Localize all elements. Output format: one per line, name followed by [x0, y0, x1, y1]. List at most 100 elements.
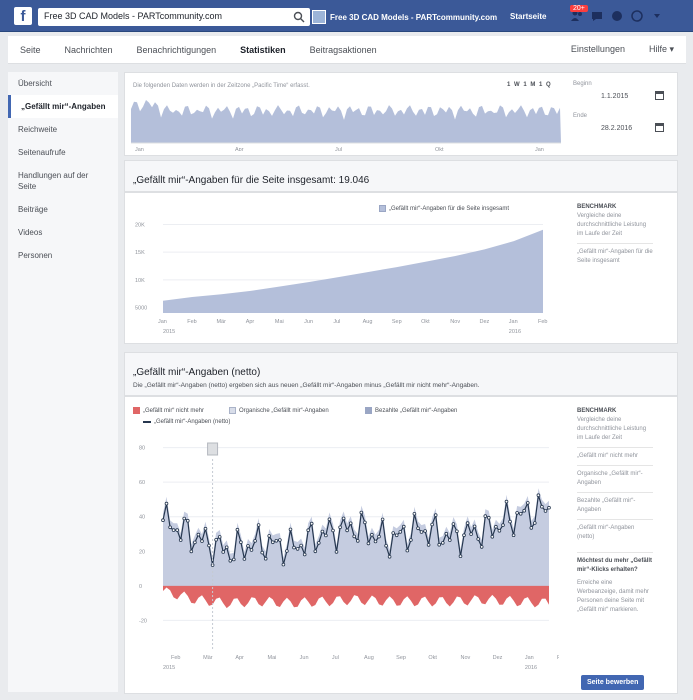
- data-point[interactable]: [486, 515, 491, 520]
- data-point[interactable]: [370, 532, 374, 537]
- data-point[interactable]: [398, 530, 403, 534]
- tab-seite[interactable]: Seite: [8, 45, 53, 55]
- data-point[interactable]: [341, 516, 346, 521]
- data-point[interactable]: [419, 530, 424, 534]
- notifications-icon[interactable]: [610, 9, 624, 23]
- data-point[interactable]: [242, 557, 247, 561]
- data-point[interactable]: [405, 548, 410, 553]
- net-likes-chart[interactable]: 80 60 40 20 0 -20 Feb Mär Apr Mai Jun Jul Aug Sep Okt N…: [129, 429, 559, 689]
- sidebar-item-videos[interactable]: Videos: [8, 221, 118, 244]
- range-overview-chart[interactable]: Jan Apr Jul Okt Jan: [131, 91, 561, 151]
- data-point[interactable]: [462, 533, 466, 537]
- data-point[interactable]: [161, 518, 165, 522]
- data-point[interactable]: [437, 542, 442, 547]
- data-point[interactable]: [543, 509, 548, 513]
- data-point[interactable]: [348, 521, 353, 526]
- data-point[interactable]: [377, 534, 381, 539]
- data-point[interactable]: [476, 537, 481, 541]
- range-presets[interactable]: 1 W 1 M 1 Q: [507, 82, 551, 88]
- data-point[interactable]: [239, 540, 243, 544]
- data-point[interactable]: [281, 562, 286, 567]
- data-point[interactable]: [207, 543, 211, 548]
- sidebar-item-people[interactable]: Personen: [8, 244, 118, 267]
- data-point[interactable]: [214, 538, 218, 542]
- data-point[interactable]: [228, 559, 233, 563]
- data-point[interactable]: [317, 541, 321, 545]
- data-point[interactable]: [469, 532, 473, 536]
- legend-paid[interactable]: Bezahlte „Gefällt mir“-Angaben: [365, 407, 457, 414]
- data-point[interactable]: [164, 501, 169, 506]
- data-point[interactable]: [532, 521, 537, 525]
- data-point[interactable]: [455, 529, 459, 534]
- data-point[interactable]: [302, 552, 307, 557]
- data-point[interactable]: [384, 544, 388, 548]
- data-point[interactable]: [444, 531, 449, 536]
- data-point[interactable]: [423, 529, 427, 533]
- data-point[interactable]: [363, 520, 367, 525]
- sidebar-item-overview[interactable]: Übersicht: [8, 72, 118, 95]
- data-point[interactable]: [345, 528, 349, 533]
- search-input[interactable]: Free 3D CAD Models - PARTcommunity.com: [38, 8, 310, 26]
- data-point[interactable]: [256, 523, 261, 527]
- data-point[interactable]: [401, 524, 406, 529]
- sidebar-item-likes[interactable]: „Gefällt mir“-Angaben: [8, 95, 118, 118]
- data-point[interactable]: [451, 522, 456, 526]
- data-point[interactable]: [168, 525, 172, 530]
- data-point[interactable]: [224, 545, 229, 550]
- data-point[interactable]: [380, 517, 385, 522]
- help-icon[interactable]: [630, 9, 644, 23]
- data-point[interactable]: [497, 529, 502, 533]
- data-point[interactable]: [331, 528, 335, 533]
- benchmark-item[interactable]: „Gefällt mir“-Angaben (netto): [577, 519, 653, 546]
- tab-beitragsaktionen[interactable]: Beitragsaktionen: [298, 45, 389, 55]
- data-point[interactable]: [271, 540, 275, 545]
- data-point[interactable]: [235, 527, 240, 532]
- data-point[interactable]: [525, 501, 530, 505]
- data-point[interactable]: [373, 539, 378, 544]
- data-point[interactable]: [306, 528, 311, 532]
- data-point[interactable]: [217, 535, 222, 539]
- data-point[interactable]: [359, 510, 364, 515]
- sidebar-item-reach[interactable]: Reichweite: [8, 118, 118, 141]
- data-point[interactable]: [522, 508, 527, 513]
- data-point[interactable]: [504, 499, 509, 504]
- data-point[interactable]: [536, 493, 541, 497]
- data-point[interactable]: [409, 538, 413, 542]
- data-point[interactable]: [253, 539, 257, 543]
- data-point[interactable]: [447, 538, 452, 542]
- tab-statistiken[interactable]: Statistiken: [228, 45, 298, 55]
- data-point[interactable]: [182, 516, 186, 521]
- data-point[interactable]: [299, 543, 303, 548]
- data-point[interactable]: [356, 539, 360, 543]
- data-point[interactable]: [440, 541, 445, 545]
- data-point[interactable]: [221, 550, 225, 554]
- tab-nachrichten[interactable]: Nachrichten: [53, 45, 125, 55]
- data-point[interactable]: [278, 538, 282, 542]
- data-point[interactable]: [501, 523, 505, 527]
- data-point[interactable]: [189, 549, 194, 554]
- data-point[interactable]: [260, 550, 265, 555]
- data-point[interactable]: [249, 548, 254, 552]
- data-point[interactable]: [267, 534, 272, 538]
- data-point[interactable]: [320, 529, 325, 534]
- help-menu[interactable]: Hilfe ▾: [637, 44, 686, 55]
- data-point[interactable]: [416, 526, 420, 531]
- data-point[interactable]: [309, 521, 314, 526]
- benchmark-item[interactable]: „Gefällt mir“ nicht mehr: [577, 447, 653, 465]
- calendar-icon[interactable]: [655, 123, 664, 132]
- chevron-down-icon[interactable]: [650, 9, 664, 23]
- data-point[interactable]: [511, 533, 516, 537]
- search-icon[interactable]: [293, 11, 305, 23]
- data-point[interactable]: [515, 511, 519, 515]
- sidebar-item-page-actions[interactable]: Handlungen auf der Seite: [8, 164, 118, 198]
- facebook-logo-icon[interactable]: f: [14, 7, 32, 25]
- data-point[interactable]: [274, 539, 279, 543]
- data-point[interactable]: [394, 533, 399, 538]
- data-point[interactable]: [171, 528, 176, 532]
- data-point[interactable]: [175, 528, 179, 532]
- messages-icon[interactable]: [590, 9, 604, 23]
- data-point[interactable]: [285, 549, 289, 553]
- benchmark-item[interactable]: „Gefällt mir“-Angaben für die Seite insg…: [577, 243, 653, 270]
- data-point[interactable]: [366, 541, 371, 546]
- data-point[interactable]: [433, 513, 438, 517]
